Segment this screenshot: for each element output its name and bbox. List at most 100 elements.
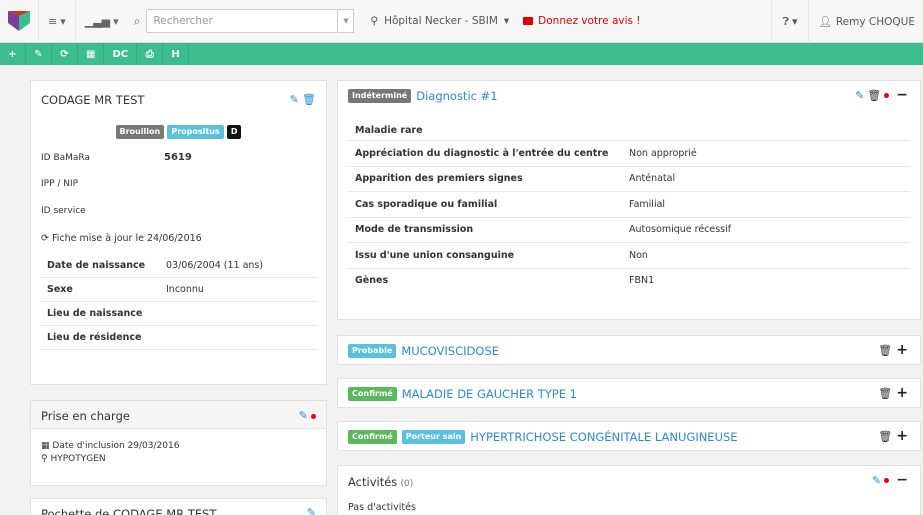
disease-name[interactable]: MUCOVISCIDOSE [401, 344, 499, 358]
diagnostic-heading: Maladie rare [355, 125, 423, 136]
disease-name[interactable]: MALADIE DE GAUCHER TYPE 1 [402, 387, 577, 401]
pencil-icon[interactable]: ✎ [872, 474, 881, 487]
row-label: Issu d'une union consanguine [355, 249, 515, 261]
row-value: 03/06/2004 (11 ans) [166, 260, 264, 271]
red-dot-icon[interactable] [311, 413, 316, 419]
row-label: Lieu de résidence [47, 332, 142, 343]
diagnostic-panel: Indéterminé Diagnostic #1 ✎ 🗑︎ − Maladie… [337, 80, 921, 320]
add-button[interactable]: + [0, 43, 26, 65]
diagnostic-table: Appréciation du diagnostic à l'entrée du… [348, 140, 910, 293]
prise-en-charge-panel: Prise en charge ✎ ▦ Date d'inclusion 29/… [30, 400, 327, 486]
chevron-down-icon: ▾ [113, 14, 119, 28]
row-value: FBN1 [629, 275, 655, 287]
table-row: Apparition des premiers signes Anténatal [348, 165, 910, 192]
status-badge-d: D [226, 125, 242, 139]
table-row: Lieu de résidence [41, 326, 318, 350]
action-toolbar: + ✎ ⟳ ▦ DC ⎙ H [0, 43, 923, 65]
row-label: Mode de transmission [355, 224, 474, 236]
stats-dropdown[interactable]: ▁▃▅ ▾ [74, 0, 128, 43]
map-marker-icon: ⚲ [41, 454, 48, 464]
status-badge-confirme: Confirmé [348, 387, 397, 401]
row-value: Anténatal [629, 173, 676, 185]
trash-icon[interactable]: 🗑︎ [302, 93, 316, 106]
status-badge-probable: Probable [348, 344, 397, 358]
calendar-icon: ▦ [41, 441, 50, 451]
table-row: Issu d'une union consanguine Non [348, 242, 910, 268]
user-menu[interactable]: 👤︎ Remy CHOQUE [807, 0, 923, 43]
chevron-down-icon: ▾ [503, 15, 510, 27]
row-label: Gènes [355, 275, 389, 287]
row-value: Non [629, 249, 648, 261]
row-label: Date de naissance [47, 260, 146, 271]
inclusion-text: Date d'inclusion 29/03/2016 [52, 441, 180, 451]
table-row: Lieu de naissance [41, 302, 318, 326]
search-icon: ⌕ [133, 13, 141, 28]
table-row: Sexe Inconnu [41, 278, 318, 302]
id-bamara-value: 5619 [164, 152, 192, 163]
app-logo[interactable] [0, 0, 38, 43]
location-info: ⚲ HYPOTYGEN [41, 454, 106, 464]
activites-count: (0) [400, 479, 414, 489]
diagnostic-title[interactable]: Diagnostic #1 [416, 89, 497, 103]
id-bamara-label: ID BaMaRa [41, 153, 90, 163]
activites-title: Activités [348, 475, 398, 489]
disease-name[interactable]: HYPERTRICHOSE CONGÉNITALE LANUGINEUSE [470, 430, 737, 444]
update-info: ⟳ Fiche mise à jour le 24/06/2016 [41, 233, 202, 244]
refresh-icon: ⟳ [41, 233, 49, 244]
hamburger-icon: ≡ [48, 14, 58, 28]
main-menu-dropdown[interactable]: ≡ ▾ [38, 0, 75, 43]
status-badge-propositus: Propositus [167, 125, 224, 139]
help-dropdown[interactable]: ❓︎ ▾ [771, 0, 807, 43]
disease-card: Confirmé Porteur sain HYPERTRICHOSE CONG… [337, 421, 921, 451]
print-button[interactable]: ⎙ [137, 43, 164, 65]
expand-icon[interactable]: + [896, 385, 908, 401]
feedback-link[interactable]: Donnez votre avis ! [523, 15, 641, 27]
edit-button[interactable]: ✎ [26, 43, 52, 65]
status-badge-confirme: Confirmé [348, 430, 397, 444]
trash-icon[interactable]: 🗑︎ [878, 387, 892, 400]
red-dot-icon[interactable] [884, 477, 890, 483]
feedback-label: Donnez votre avis ! [538, 15, 641, 27]
red-dot-icon[interactable] [884, 92, 890, 98]
disease-card: Probable MUCOVISCIDOSE 🗑︎ + [337, 335, 921, 365]
disease-card: Confirmé MALADIE DE GAUCHER TYPE 1 🗑︎ + [337, 378, 921, 408]
search-dropdown-toggle[interactable]: ▼ [338, 9, 355, 33]
app-window: ≡ ▾ ▁▃▅ ▾ ⌕ ▼ ⚲ Hôpital Necker - SBIM ▾ … [0, 0, 923, 515]
trash-icon[interactable]: 🗑︎ [867, 89, 881, 102]
trash-icon[interactable]: 🗑︎ [878, 430, 892, 443]
pencil-icon[interactable]: ✎ [307, 506, 316, 515]
row-value: Autosomique récessif [629, 224, 732, 236]
dc-button[interactable]: DC [104, 43, 138, 65]
prise-title: Prise en charge [41, 409, 130, 423]
comment-icon [523, 17, 534, 25]
row-value: Inconnu [166, 284, 204, 295]
table-row: Cas sporadique ou familial Familial [348, 191, 910, 217]
user-icon: 👤︎ [818, 16, 832, 28]
row-value: Familial [629, 198, 666, 210]
h-button[interactable]: H [163, 43, 190, 65]
expand-icon[interactable]: + [896, 428, 908, 444]
expand-icon[interactable]: + [896, 342, 908, 358]
table-row: Appréciation du diagnostic à l'entrée du… [348, 140, 910, 166]
diagnostic-header: Indéterminé Diagnostic #1 [348, 89, 498, 103]
row-value: Non approprié [629, 147, 697, 159]
hospital-selector[interactable]: ⚲ Hôpital Necker - SBIM ▾ [370, 0, 523, 43]
print-icon: ⎙ [145, 48, 154, 60]
refresh-button[interactable]: ⟳ [52, 43, 78, 65]
pencil-icon[interactable]: ✎ [290, 93, 299, 106]
row-label: Appréciation du diagnostic à l'entrée du… [355, 147, 609, 159]
pencil-icon[interactable]: ✎ [855, 89, 864, 102]
pochette-panel: Pochette de CODAGE MR TEST ✎ [30, 498, 327, 515]
refresh-icon: ⟳ [60, 48, 69, 60]
collapse-icon[interactable]: − [896, 87, 908, 103]
pencil-icon[interactable]: ✎ [299, 409, 308, 422]
patient-badges: Brouillon Propositus D [31, 125, 326, 139]
calendar-button[interactable]: ▦ [78, 43, 105, 65]
location-text: HYPOTYGEN [50, 454, 106, 464]
inclusion-info: ▦ Date d'inclusion 29/03/2016 [41, 441, 179, 451]
collapse-icon[interactable]: − [896, 472, 908, 488]
trash-icon[interactable]: 🗑︎ [878, 344, 892, 357]
user-name: Remy CHOQUE [835, 15, 915, 28]
search-input[interactable] [146, 9, 339, 33]
row-label: Lieu de naissance [47, 308, 143, 319]
